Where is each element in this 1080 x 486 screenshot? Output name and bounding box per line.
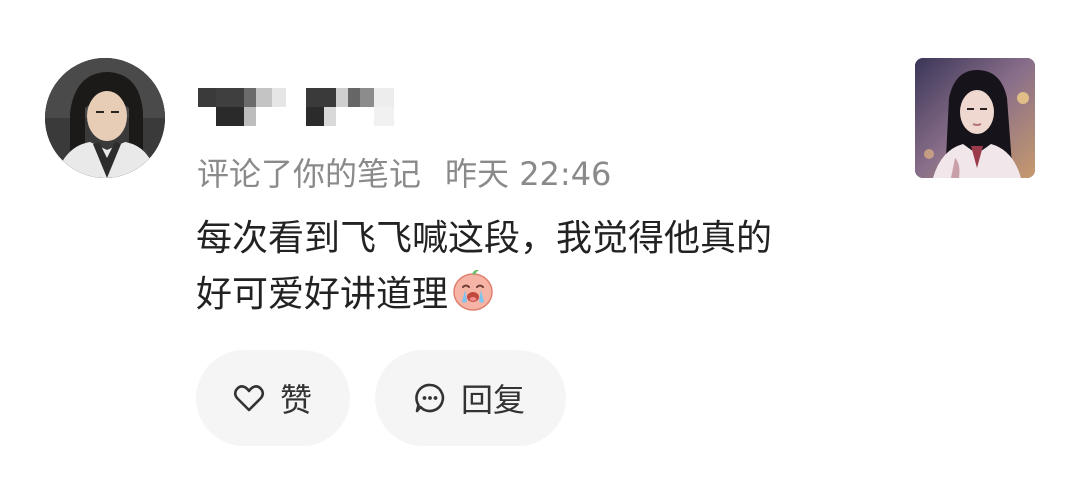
comment-line-2: 好可爱好讲道理 — [196, 266, 896, 322]
like-label: 赞 — [280, 381, 313, 419]
chat-bubble-icon — [413, 381, 447, 415]
notification-meta: 评论了你的笔记 昨天 22:46 — [197, 152, 611, 196]
reply-label: 回复 — [461, 381, 526, 419]
heart-icon — [232, 381, 266, 415]
comment-line-1: 每次看到飞飞喊这段，我觉得他真的 — [196, 218, 773, 259]
meta-action: 评论了你的笔记 — [197, 155, 422, 193]
meta-time: 昨天 22:46 — [445, 155, 612, 193]
note-thumbnail[interactable] — [915, 58, 1035, 178]
crying-face-emoji-icon — [450, 266, 496, 312]
comment-text[interactable]: 每次看到飞飞喊这段，我觉得他真的 好可爱好讲道理 — [196, 212, 896, 322]
comment-line-2-text: 好可爱好讲道理 — [196, 274, 449, 315]
reply-button[interactable]: 回复 — [375, 350, 566, 446]
note-thumbnail-image — [915, 58, 1035, 178]
user-avatar[interactable] — [45, 58, 165, 178]
username-redacted[interactable] — [198, 88, 398, 126]
like-button[interactable]: 赞 — [196, 350, 350, 446]
avatar-image — [45, 58, 165, 178]
